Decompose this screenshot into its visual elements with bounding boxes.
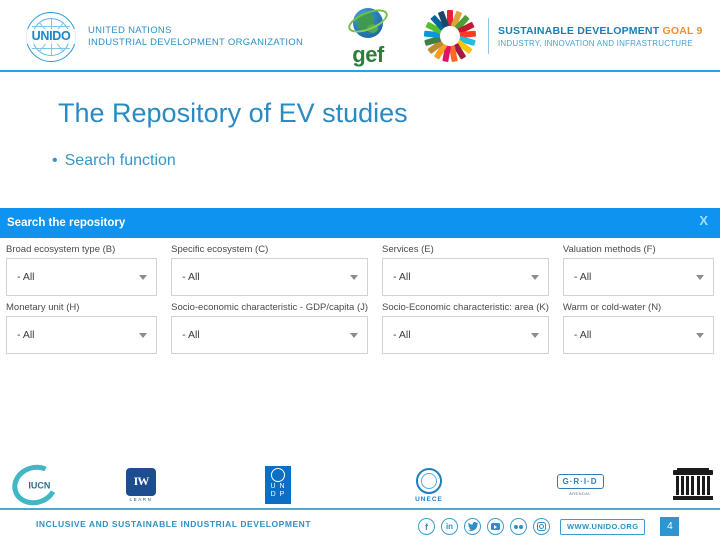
iw-badge-icon: IW (126, 467, 156, 496)
chevron-down-icon (139, 333, 148, 338)
bullet-label: Search function (64, 152, 176, 169)
select-value: - All (573, 329, 592, 341)
undp-emblem-icon (271, 468, 285, 482)
sdg-logo: SUSTAINABLE DEVELOPMENT GOAL 9 INDUSTRY,… (423, 10, 703, 63)
grid-sub-label: ARENDAL (569, 491, 591, 496)
iw-learn-logo: IW LEARN (118, 462, 164, 508)
unido-wordmark: UNITED NATIONS INDUSTRIAL DEVELOPMENT OR… (88, 25, 303, 49)
undp-box-icon: U ND P (265, 466, 291, 504)
field-label: Socio-economic characteristic - GDP/capi… (171, 302, 369, 313)
facebook-icon[interactable]: f (418, 518, 435, 535)
chevron-down-icon (350, 275, 359, 280)
unece-label: UNECE (415, 495, 443, 503)
field-services: Services (E) - All (382, 244, 549, 296)
gef-wordmark: gef (352, 42, 384, 67)
iucn-label: IUCN (28, 480, 51, 491)
field-socio-economic-gdp-capita: Socio-economic characteristic - GDP/capi… (171, 302, 369, 354)
search-fields-grid: Broad ecosystem type (B) - All Specific … (0, 238, 720, 354)
page-number-badge: 4 (660, 517, 680, 536)
field-monetary-unit: Monetary unit (H) - All (6, 302, 158, 354)
instagram-icon[interactable] (533, 518, 550, 535)
chevron-down-icon (696, 275, 704, 280)
search-panel-header: Search the repository X (0, 208, 720, 238)
unece-emblem-icon (416, 467, 442, 494)
sdg-line1-main: SUSTAINABLE DEVELOPMENT (498, 24, 663, 37)
field-label: Specific ecosystem (C) (171, 244, 269, 255)
partner-logos: IUCN IW LEARN U ND P UNECE G·R·I·D AREND… (0, 458, 720, 512)
twitter-bird-glyph (467, 522, 478, 531)
chevron-down-icon (696, 333, 704, 338)
bottom-tagline: INCLUSIVE AND SUSTAINABLE INDUSTRIAL DEV… (36, 519, 312, 529)
select-specific-ecosystem[interactable]: - All (171, 258, 369, 296)
sdg-wheel-icon (423, 10, 477, 63)
select-valuation-methods[interactable]: - All (562, 258, 714, 296)
field-label: Valuation methods (F) (562, 244, 656, 255)
header-divider (0, 70, 720, 72)
unesco-logo (668, 462, 718, 508)
youtube-icon[interactable] (487, 518, 504, 535)
sdg-divider (488, 18, 489, 54)
unesco-temple-icon (673, 468, 713, 502)
unece-logo: UNECE (400, 462, 458, 508)
grid-box-label: G·R·I·D (556, 474, 604, 489)
select-warm-or-cold-water[interactable]: - All (562, 316, 714, 354)
select-socio-economic-gdp-capita[interactable]: - All (171, 316, 369, 354)
unido-emblem-word: UNIDO (24, 29, 78, 44)
field-label: Warm or cold-water (N) (562, 302, 662, 313)
twitter-icon[interactable] (464, 518, 481, 535)
linkedin-icon[interactable]: in (441, 518, 458, 535)
unido-line1: UNITED NATIONS (88, 24, 172, 36)
search-panel-title: Search the repository (7, 217, 126, 229)
social-links: f in WWW.UNIDO.ORG 4 (418, 517, 680, 536)
iw-sub-label: LEARN (129, 497, 153, 503)
field-label: Monetary unit (H) (6, 302, 80, 313)
slide-header: UNIDO UNITED NATIONS INDUSTRIAL DEVELOPM… (0, 0, 720, 72)
bullet-marker-icon: • (52, 152, 58, 169)
chevron-down-icon (530, 275, 539, 280)
select-services[interactable]: - All (382, 258, 549, 296)
unido-website-link[interactable]: WWW.UNIDO.ORG (560, 518, 646, 535)
field-specific-ecosystem: Specific ecosystem (C) - All (171, 244, 369, 296)
unido-line2: INDUSTRIAL DEVELOPMENT ORGANIZATION (88, 37, 304, 48)
gef-logo: gef (336, 4, 400, 68)
select-value: - All (393, 271, 411, 283)
field-label: Broad ecosystem type (B) (6, 244, 116, 255)
select-value: - All (393, 329, 411, 341)
select-value: - All (182, 271, 200, 283)
select-broad-ecosystem-type[interactable]: - All (6, 258, 158, 296)
field-label: Services (E) (382, 244, 434, 255)
field-warm-or-cold-water: Warm or cold-water (N) - All (562, 302, 714, 354)
select-value: - All (182, 329, 200, 341)
select-value: - All (573, 271, 592, 283)
chevron-down-icon (530, 333, 539, 338)
field-label: Socio-Economic characteristic: area (K) (382, 302, 549, 313)
select-value: - All (17, 271, 35, 283)
iucn-logo: IUCN (4, 458, 66, 512)
iucn-ring-icon: IUCN (6, 458, 64, 512)
select-value: - All (17, 329, 35, 341)
undp-letters: U ND P (270, 483, 286, 498)
page-title: The Repository of EV studies (58, 98, 408, 128)
bottom-bar: INCLUSIVE AND SUSTAINABLE INDUSTRIAL DEV… (0, 510, 720, 540)
gef-globe-icon (345, 4, 391, 44)
unido-logo: UNIDO UNITED NATIONS INDUSTRIAL DEVELOPM… (24, 10, 303, 64)
sdg-text: SUSTAINABLE DEVELOPMENT GOAL 9 INDUSTRY,… (498, 25, 703, 48)
unido-emblem-icon: UNIDO (24, 10, 78, 64)
chevron-down-icon (139, 275, 148, 280)
grid-arendal-logo: G·R·I·D ARENDAL (540, 462, 620, 508)
sdg-line2: INDUSTRY, INNOVATION AND INFRASTRUCTURE (498, 38, 693, 48)
close-icon[interactable]: X (699, 213, 708, 228)
field-socio-economic-area: Socio-Economic characteristic: area (K) … (382, 302, 549, 354)
search-repository-panel: Search the repository X Broad ecosystem … (0, 208, 720, 403)
undp-logo: U ND P (258, 462, 298, 508)
chevron-down-icon (350, 333, 359, 338)
bullet-item: • Search function (52, 152, 176, 170)
select-monetary-unit[interactable]: - All (6, 316, 158, 354)
field-broad-ecosystem-type: Broad ecosystem type (B) - All (6, 244, 158, 296)
select-socio-economic-area[interactable]: - All (382, 316, 549, 354)
field-valuation-methods: Valuation methods (F) - All (562, 244, 714, 296)
sdg-goal-number: GOAL 9 (662, 24, 703, 37)
flickr-icon[interactable] (510, 518, 527, 535)
